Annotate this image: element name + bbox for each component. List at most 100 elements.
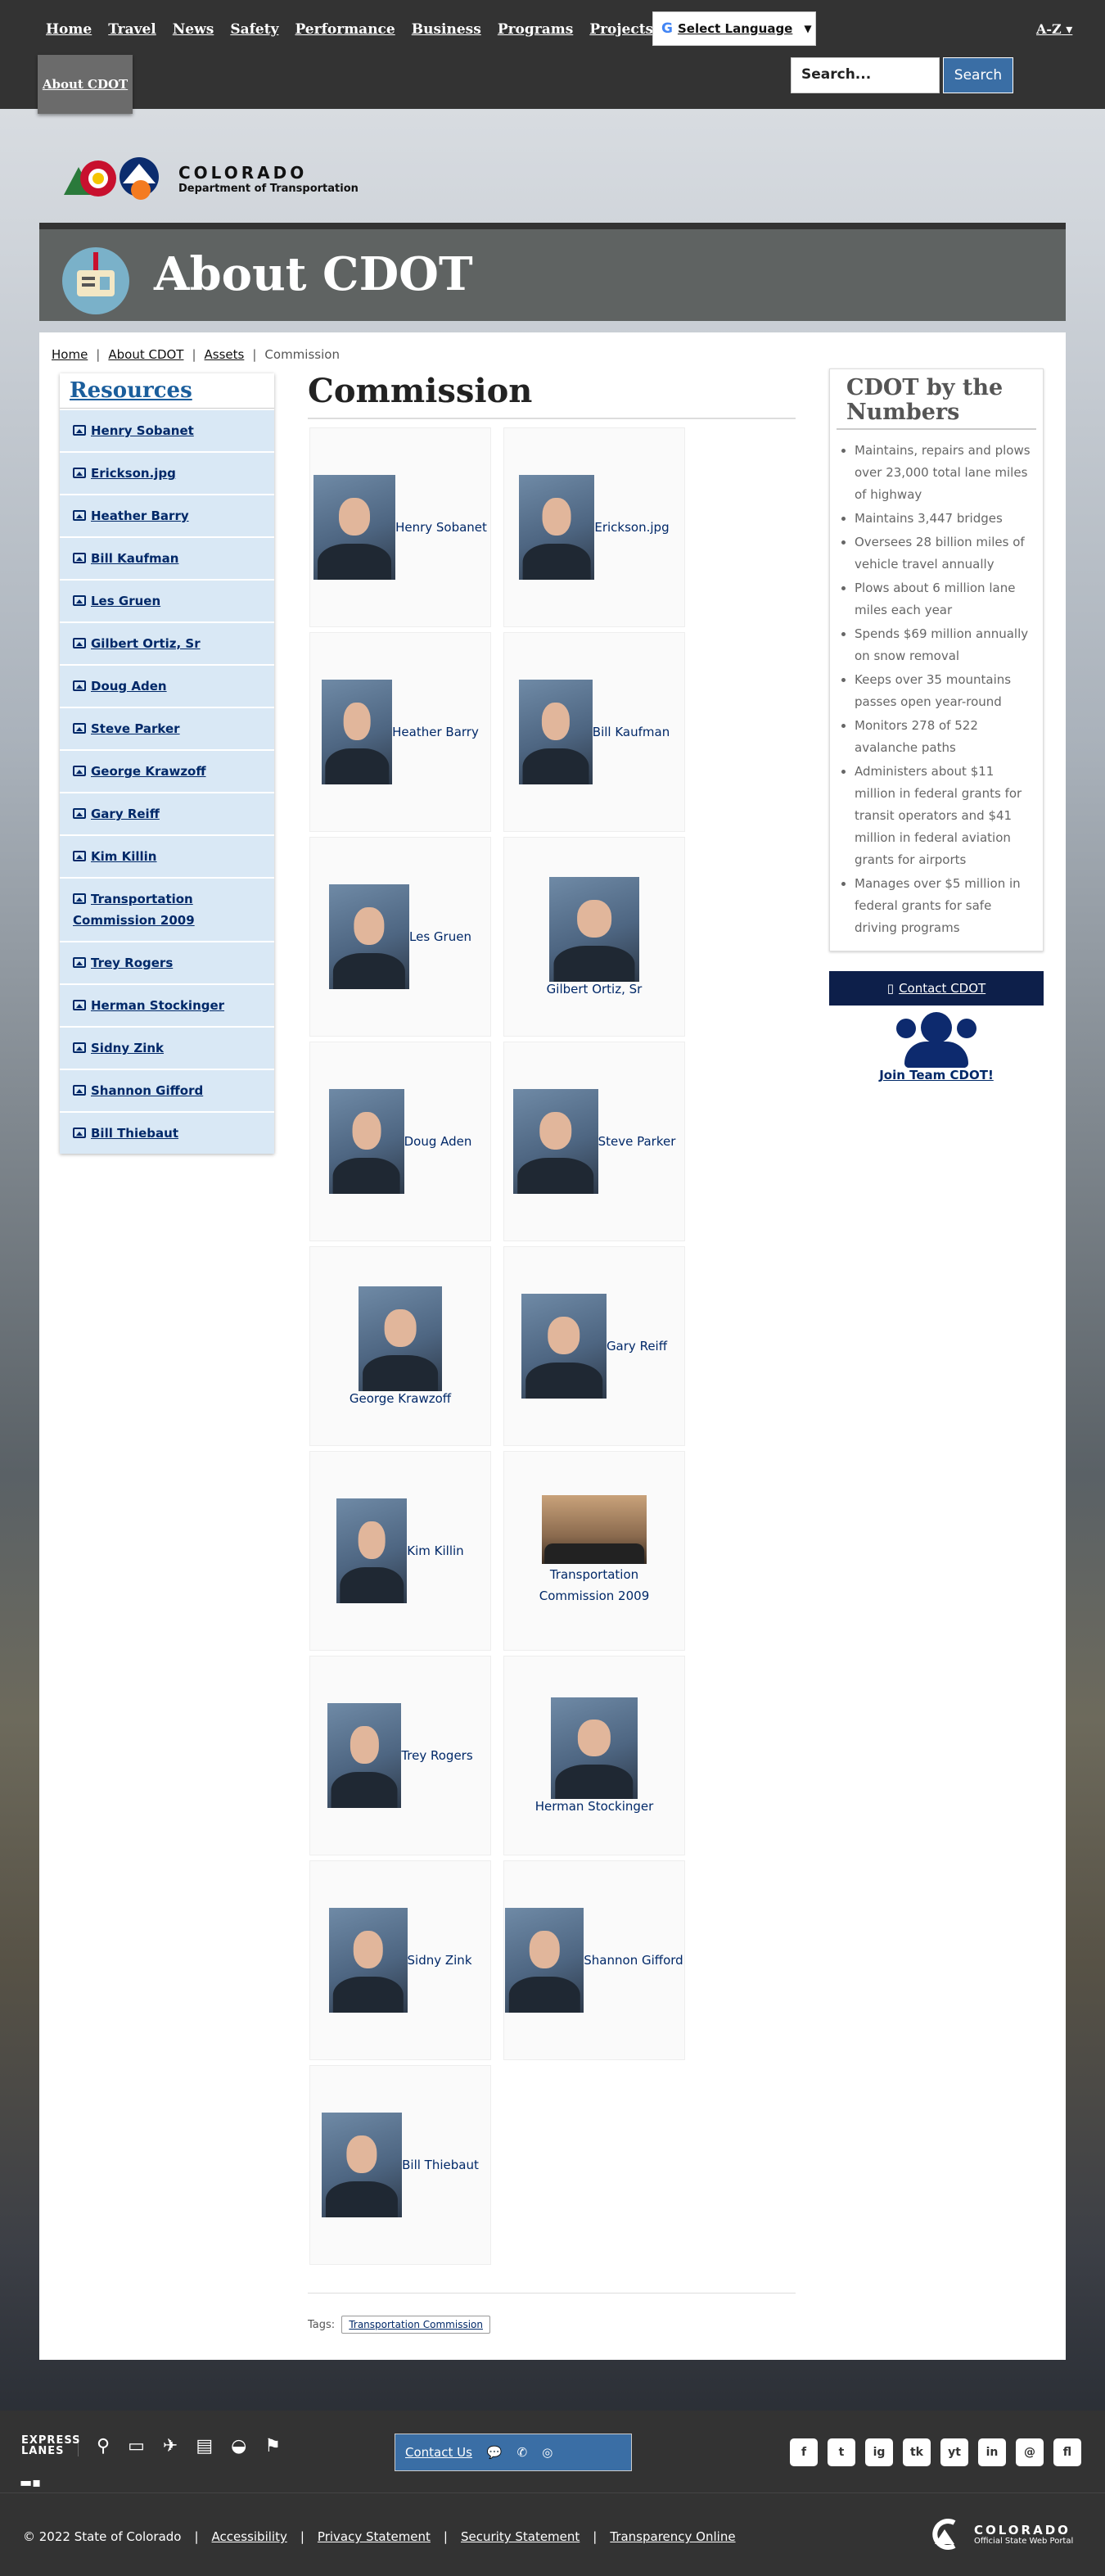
tiktok-icon[interactable]: tk [903,2438,931,2466]
facebook-icon[interactable]: f [790,2438,818,2466]
gallery-caption: Heather Barry [392,725,479,739]
state-portal-logo[interactable]: COLORADO Official State Web Portal [930,2518,1073,2551]
sidebar-item-george-krawzoff[interactable]: George Krawzoff [60,749,274,792]
cdot-logo[interactable]: COLORADO Department of Transportation [64,156,359,201]
express-lanes-logo[interactable]: EXPRESS LANES [21,2435,79,2456]
az-menu[interactable]: A-Z ▾ [1036,21,1072,37]
security-link[interactable]: Security Statement [461,2529,580,2544]
gallery-item[interactable]: Les Gruen [309,837,491,1037]
sidebar-item-shannon-gifford[interactable]: Shannon Gifford [60,1069,274,1111]
sidebar-item-les-gruen[interactable]: Les Gruen [60,579,274,621]
sidebar-item-steve-parker[interactable]: Steve Parker [60,707,274,749]
search-input[interactable]: Search... [791,57,940,93]
sidebar-item-doug-aden[interactable]: Doug Aden [60,664,274,707]
transparency-link[interactable]: Transparency Online [610,2529,735,2544]
bus-icon[interactable]: ▭ [128,2436,145,2456]
image-icon [73,957,86,968]
search-button[interactable]: Search [943,57,1013,93]
join-team-link[interactable]: Join Team CDOT! [829,1012,1044,1082]
breadcrumb-assets[interactable]: Assets [205,347,245,362]
nav-performance[interactable]: Performance [295,21,395,38]
footer-contact-bar[interactable]: Contact Us 💬 ✆ ◎ [395,2434,632,2471]
gallery-item[interactable]: Gary Reiff [503,1246,685,1446]
gallery-item[interactable]: Trey Rogers [309,1656,491,1855]
phone-icon[interactable]: ✆ [517,2445,528,2460]
pedestrian-icon[interactable]: ⚑ [264,2436,281,2456]
nav-programs[interactable]: Programs [498,21,574,38]
sidebar-item-sidny-zink[interactable]: Sidny Zink [60,1026,274,1069]
copyright: © 2022 State of Colorado [23,2529,182,2544]
car-icon[interactable]: ◒ [231,2436,246,2456]
instagram-icon[interactable]: ig [865,2438,893,2466]
gallery-item[interactable]: Henry Sobanet [309,427,491,627]
nav-business[interactable]: Business [412,21,481,38]
sidebar-item-transportation-commission[interactable]: Transportation Commission 2009 [60,877,274,941]
gallery-item[interactable]: Gilbert Ortiz, Sr [503,837,685,1037]
portrait-image [313,475,396,580]
email-icon[interactable]: @ [1016,2438,1044,2466]
image-icon [73,766,86,776]
youtube-icon[interactable]: yt [940,2438,968,2466]
gallery-item[interactable]: Steve Parker [503,1042,685,1241]
tag-link[interactable]: Transportation Commission [341,2316,490,2334]
numbers-item: Keeps over 35 mountains passes open year… [855,669,1031,713]
gallery-item[interactable]: Doug Aden [309,1042,491,1241]
sidebar-item-gary-reiff[interactable]: Gary Reiff [60,792,274,834]
numbers-list: Maintains, repairs and plows over 23,000… [830,430,1043,951]
numbers-item: Maintains, repairs and plows over 23,000… [855,440,1031,506]
sidebar-item-henry-sobanet[interactable]: Henry Sobanet [60,409,274,451]
gallery-item[interactable]: George Krawzoff [309,1246,491,1446]
sidebar-item-kim-killin[interactable]: Kim Killin [60,834,274,877]
privacy-link[interactable]: Privacy Statement [318,2529,431,2544]
gallery-item[interactable]: Sidny Zink [309,1860,491,2060]
gallery-item[interactable]: Transportation Commission 2009 [503,1451,685,1651]
portrait-image [328,1908,408,2013]
gallery-item[interactable]: Herman Stockinger [503,1656,685,1855]
accessibility-link[interactable]: Accessibility [212,2529,287,2544]
portrait-image [322,680,393,784]
breadcrumb-home[interactable]: Home [52,347,88,362]
airplane-icon[interactable]: ✈ [163,2436,178,2456]
contact-cdot-button[interactable]: ▯ Contact CDOT [829,971,1044,1006]
gallery-item[interactable]: Heather Barry [309,632,491,832]
bike-icon[interactable]: ⚲ [97,2436,110,2456]
cdot-511-icon[interactable]: ◎ [542,2445,552,2460]
nav-safety[interactable]: Safety [230,21,278,38]
chat-icon[interactable]: 💬 [487,2445,503,2460]
image-icon [73,638,86,649]
sidebar-item-erickson[interactable]: Erickson.jpg [60,451,274,494]
resources-title[interactable]: Resources [60,373,274,409]
nav-projects[interactable]: Projects [589,21,653,38]
sidebar-item-bill-kaufman[interactable]: Bill Kaufman [60,536,274,579]
portrait-image [505,1908,584,2013]
twitter-icon[interactable]: t [828,2438,855,2466]
gallery-item[interactable]: Kim Killin [309,1451,491,1651]
about-cdot-button[interactable]: About CDOT [38,55,133,114]
nav-travel[interactable]: Travel [108,21,156,38]
sidebar-item-gilbert-ortiz[interactable]: Gilbert Ortiz, Sr [60,621,274,664]
sidebar-item-trey-rogers[interactable]: Trey Rogers [60,941,274,983]
breadcrumb-about[interactable]: About CDOT [108,347,183,362]
footer-bottom: © 2022 State of Colorado | Accessibility | P… [0,2492,1105,2576]
sidebar-item-herman-stockinger[interactable]: Herman Stockinger [60,983,274,1026]
gallery-item[interactable]: Shannon Gifford [503,1860,685,2060]
language-select[interactable]: G Select Language ▼ [652,11,816,46]
sidebar-item-heather-barry[interactable]: Heather Barry [60,494,274,536]
gallery-item[interactable]: Bill Kaufman [503,632,685,832]
numbers-item: Manages over $5 million in federal grant… [855,873,1031,939]
train-icon[interactable]: ▤ [196,2436,213,2456]
contact-us-link[interactable]: Contact Us [405,2445,472,2460]
flickr-icon[interactable]: fl [1053,2438,1081,2466]
image-icon [73,425,86,436]
sidebar-item-bill-thiebaut[interactable]: Bill Thiebaut [60,1111,274,1154]
gallery-item[interactable]: Erickson.jpg [503,427,685,627]
gallery-caption: Les Gruen [409,929,471,944]
truck-icon[interactable]: ▬▪ [20,2474,41,2490]
gallery-item[interactable]: Bill Thiebaut [309,2065,491,2265]
numbers-item: Maintains 3,447 bridges [855,508,1031,530]
colorado-c-icon [932,2519,956,2550]
linkedin-icon[interactable]: in [978,2438,1006,2466]
nav-news[interactable]: News [173,21,214,38]
nav-home[interactable]: Home [46,21,92,38]
gallery-caption: Gary Reiff [606,1339,668,1354]
